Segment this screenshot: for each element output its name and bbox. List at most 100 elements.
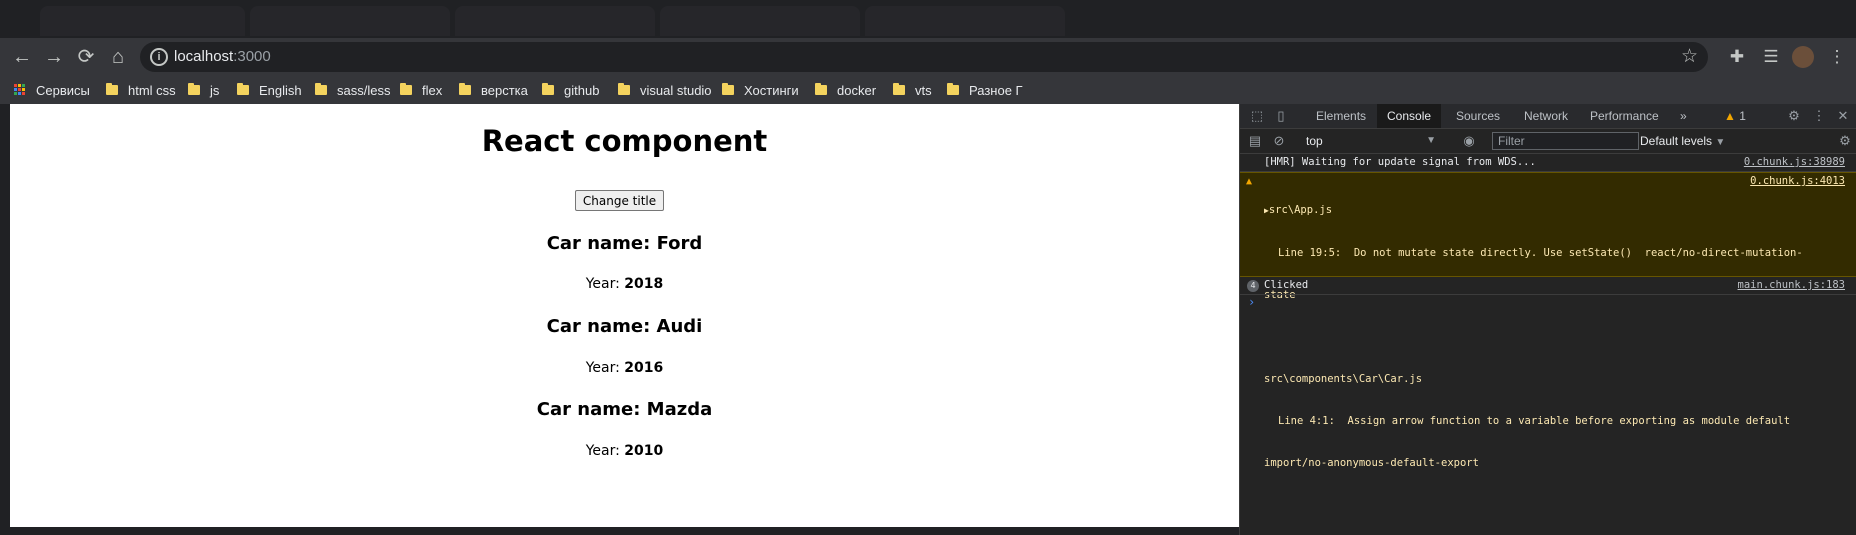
bookmark-folder[interactable]: js <box>188 76 219 104</box>
console-message: 4 Clicked main.chunk.js:183 <box>1240 277 1856 295</box>
bookmark-label: flex <box>422 82 443 98</box>
bookmark-folder[interactable]: Хостинги <box>722 76 799 104</box>
warning-line: import/no-anonymous-default-export <box>1264 457 1479 469</box>
bookmark-label: docker <box>837 82 877 98</box>
log-levels-dropdown[interactable]: Default levels ▼ <box>1640 132 1725 152</box>
horizontal-scrollbar[interactable] <box>0 527 1239 535</box>
devtools-panel: ⬚ ▯ Elements Console Sources Network Per… <box>1239 104 1856 535</box>
tab-sources[interactable]: Sources <box>1446 104 1510 128</box>
dropdown-arrow-icon: ▼ <box>1715 137 1726 148</box>
extensions-puzzle-icon[interactable]: ✚ <box>1726 46 1748 68</box>
warning-file[interactable]: ▶src\App.js <box>1264 203 1803 218</box>
folder-icon <box>459 83 471 95</box>
filter-input[interactable]: Filter <box>1492 132 1639 150</box>
bookmark-folder[interactable]: Разное Г <box>947 76 1023 104</box>
message-source-link[interactable]: 0.chunk.js:38989 <box>1744 156 1845 168</box>
folder-icon <box>947 83 959 95</box>
warnings-counter[interactable]: ▲ 1 <box>1724 104 1746 128</box>
bookmarks-bar: Сервисы html css js English sass/less fl… <box>0 76 1856 104</box>
car-name: Car name: Ford <box>546 233 703 254</box>
browser-toolbar: ← → ⟳ ⌂ i localhost:3000 ☆ ✚ ☰ ⋮ <box>0 38 1856 76</box>
bookmark-folder[interactable]: vts <box>893 76 932 104</box>
close-icon[interactable]: ✕ <box>1834 107 1852 125</box>
sidebar-toggle-icon[interactable]: ▤ <box>1246 132 1264 150</box>
tab-network[interactable]: Network <box>1514 104 1578 128</box>
car-year: Year: 2010 <box>10 443 1239 459</box>
inspect-element-icon[interactable]: ⬚ <box>1248 107 1266 125</box>
console-output: [HMR] Waiting for update signal from WDS… <box>1240 154 1856 469</box>
media-queue-icon[interactable]: ☰ <box>1760 46 1782 68</box>
year-label: Year: <box>585 360 620 376</box>
folder-icon <box>400 83 412 95</box>
message-source-link[interactable]: main.chunk.js:183 <box>1738 279 1845 291</box>
car-name: Car name: Audi <box>546 316 703 337</box>
avatar[interactable] <box>1792 46 1814 68</box>
url-text[interactable]: localhost:3000 <box>174 48 271 65</box>
home-icon[interactable]: ⌂ <box>104 44 132 70</box>
more-tabs-icon[interactable]: » <box>1670 104 1697 128</box>
site-info-icon[interactable]: i <box>150 48 168 66</box>
tab-elements[interactable]: Elements <box>1306 104 1376 128</box>
tab-strip <box>0 0 1856 38</box>
browser-tab[interactable] <box>865 6 1065 36</box>
reload-icon[interactable]: ⟳ <box>72 44 100 70</box>
warning-file-name: src\App.js <box>1268 204 1333 216</box>
warning-line: Line 4:1: Assign arrow function to a var… <box>1278 415 1791 427</box>
year-label: Year: <box>585 443 620 459</box>
console-prompt[interactable]: › <box>1240 295 1856 313</box>
warning-body: ▶src\App.js Line 19:5: Do not mutate sta… <box>1264 175 1803 498</box>
folder-icon <box>893 83 905 95</box>
console-settings-icon[interactable]: ⚙ <box>1836 132 1854 150</box>
console-warning: ▲ 0.chunk.js:4013 ▶src\App.js Line 19:5:… <box>1240 172 1856 469</box>
year-value: 2018 <box>624 276 664 292</box>
browser-tab[interactable] <box>40 6 245 36</box>
url-host: localhost <box>174 48 234 65</box>
browser-tab[interactable] <box>250 6 450 36</box>
address-bar[interactable]: i localhost:3000 ☆ <box>140 42 1708 72</box>
bookmark-label: Хостинги <box>744 82 799 98</box>
settings-gear-icon[interactable]: ⚙ <box>1785 107 1803 125</box>
warning-spacer <box>1264 330 1803 344</box>
bookmark-label: js <box>210 82 220 98</box>
device-toolbar-icon[interactable]: ▯ <box>1272 107 1290 125</box>
tab-console[interactable]: Console <box>1377 104 1442 128</box>
devtools-menu-icon[interactable]: ⋮ <box>1810 107 1828 125</box>
folder-icon <box>315 83 327 95</box>
bookmark-folder[interactable]: верстка <box>459 76 528 104</box>
bookmark-folder[interactable]: flex <box>400 76 442 104</box>
page-viewport: React component Change title Car name: F… <box>10 104 1239 527</box>
bookmark-folder[interactable]: docker <box>815 76 876 104</box>
tab-performance[interactable]: Performance <box>1580 104 1669 128</box>
repeat-count-badge: 4 <box>1247 280 1259 292</box>
live-expression-eye-icon[interactable]: ◉ <box>1460 132 1478 150</box>
bookmark-services[interactable]: Сервисы <box>14 76 90 104</box>
menu-kebab-icon[interactable]: ⋮ <box>1826 46 1848 68</box>
bookmark-star-icon[interactable]: ☆ <box>1681 45 1698 68</box>
bookmark-folder[interactable]: github <box>542 76 599 104</box>
back-arrow-icon[interactable]: ← <box>8 44 36 70</box>
warning-icon: ▲ <box>1246 176 1253 187</box>
bookmark-label: English <box>259 82 302 98</box>
context-selector[interactable]: top ▼ <box>1306 132 1436 150</box>
bookmark-folder[interactable]: English <box>237 76 302 104</box>
change-title-button[interactable]: Change title <box>575 190 664 211</box>
message-text: [HMR] Waiting for update signal from WDS… <box>1264 156 1536 168</box>
browser-tab[interactable] <box>455 6 655 36</box>
warning-icon: ▲ <box>1724 109 1736 123</box>
folder-icon <box>188 83 200 95</box>
bookmark-label: html css <box>128 82 176 98</box>
bookmark-label: Разное Г <box>969 82 1023 98</box>
context-value: top <box>1306 134 1323 148</box>
warning-file-name: src\components\Car\Car.js <box>1264 373 1423 385</box>
bookmark-folder[interactable]: visual studio <box>618 76 712 104</box>
bookmark-label: visual studio <box>640 82 712 98</box>
bookmark-folder[interactable]: html css <box>106 76 176 104</box>
bookmark-label: верстка <box>481 82 528 98</box>
browser-tab[interactable] <box>660 6 860 36</box>
apps-grid-icon <box>14 84 26 96</box>
url-port: :3000 <box>233 48 271 65</box>
clear-console-icon[interactable]: ⊘ <box>1270 132 1288 150</box>
folder-icon <box>542 83 554 95</box>
forward-arrow-icon[interactable]: → <box>40 44 68 70</box>
bookmark-folder[interactable]: sass/less <box>315 76 390 104</box>
